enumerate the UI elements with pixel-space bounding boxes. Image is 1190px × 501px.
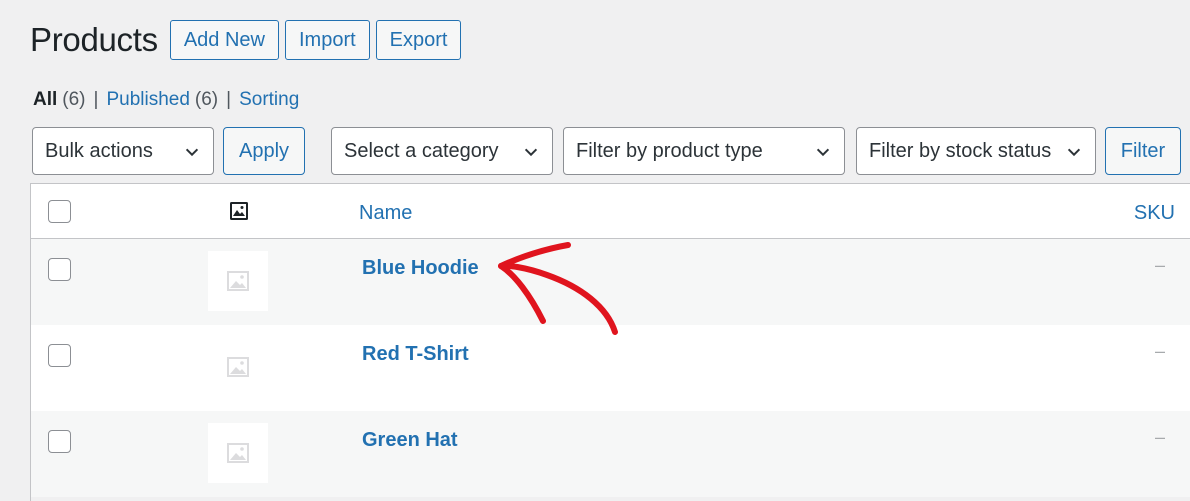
view-sorting-link[interactable]: Sorting (239, 89, 299, 111)
row-checkbox[interactable] (48, 258, 71, 281)
view-published-link[interactable]: Published (106, 89, 189, 111)
page-title: Products (30, 21, 158, 58)
import-button[interactable]: Import (284, 20, 370, 60)
chevron-down-icon (185, 148, 199, 157)
chevron-down-icon (816, 148, 830, 157)
view-filters: All (6) | Published (6) | Sorting (33, 89, 299, 111)
product-thumbnail[interactable] (208, 423, 268, 483)
chevron-down-icon (524, 148, 538, 157)
sku-value: – (1154, 341, 1165, 361)
apply-button[interactable]: Apply (223, 127, 305, 175)
image-icon (230, 202, 248, 220)
add-new-button[interactable]: Add New (169, 20, 279, 60)
view-all-link[interactable]: All (33, 89, 57, 111)
stock-status-select[interactable]: Filter by stock status (856, 127, 1096, 175)
product-name-link[interactable]: Green Hat (362, 429, 458, 452)
annotation-arrow-icon (498, 242, 618, 335)
select-all-checkbox[interactable] (48, 200, 71, 223)
product-thumbnail[interactable] (208, 337, 268, 397)
column-header-name[interactable]: Name (359, 202, 412, 225)
product-name-link[interactable]: Blue Hoodie (362, 257, 479, 280)
placeholder-image-icon (227, 357, 249, 377)
product-name-link[interactable]: Red T-Shirt (362, 343, 469, 366)
separator: | (93, 89, 99, 110)
row-checkbox[interactable] (48, 430, 71, 453)
placeholder-image-icon (227, 443, 249, 463)
table-header: Name SKU (31, 184, 1190, 239)
export-button[interactable]: Export (375, 20, 462, 60)
chevron-down-icon (1067, 148, 1081, 157)
stock-status-select-label: Filter by stock status (869, 139, 1052, 162)
bulk-actions-label: Bulk actions (45, 139, 153, 162)
placeholder-image-icon (227, 271, 249, 291)
view-all-count: (6) (62, 89, 86, 110)
page-header: Products Add New Import Export (30, 20, 467, 60)
sku-value: – (1154, 427, 1165, 447)
filter-bar: Bulk actions Apply Select a category Fil… (0, 127, 1190, 175)
sku-value: – (1154, 255, 1165, 275)
category-select-label: Select a category (344, 139, 499, 162)
row-checkbox[interactable] (48, 344, 71, 367)
view-published-count: (6) (194, 89, 219, 110)
product-thumbnail[interactable] (208, 251, 268, 311)
table-row: Green Hat – (31, 411, 1190, 497)
category-select[interactable]: Select a category (331, 127, 553, 175)
separator: | (226, 89, 232, 110)
products-table: Name SKU Blue Hoodie – Red T-Shirt – Gre… (30, 183, 1190, 501)
product-type-select-label: Filter by product type (576, 139, 763, 162)
filter-button[interactable]: Filter (1105, 127, 1181, 175)
bulk-actions-select[interactable]: Bulk actions (32, 127, 214, 175)
product-type-select[interactable]: Filter by product type (563, 127, 845, 175)
column-header-sku[interactable]: SKU (1134, 202, 1175, 225)
